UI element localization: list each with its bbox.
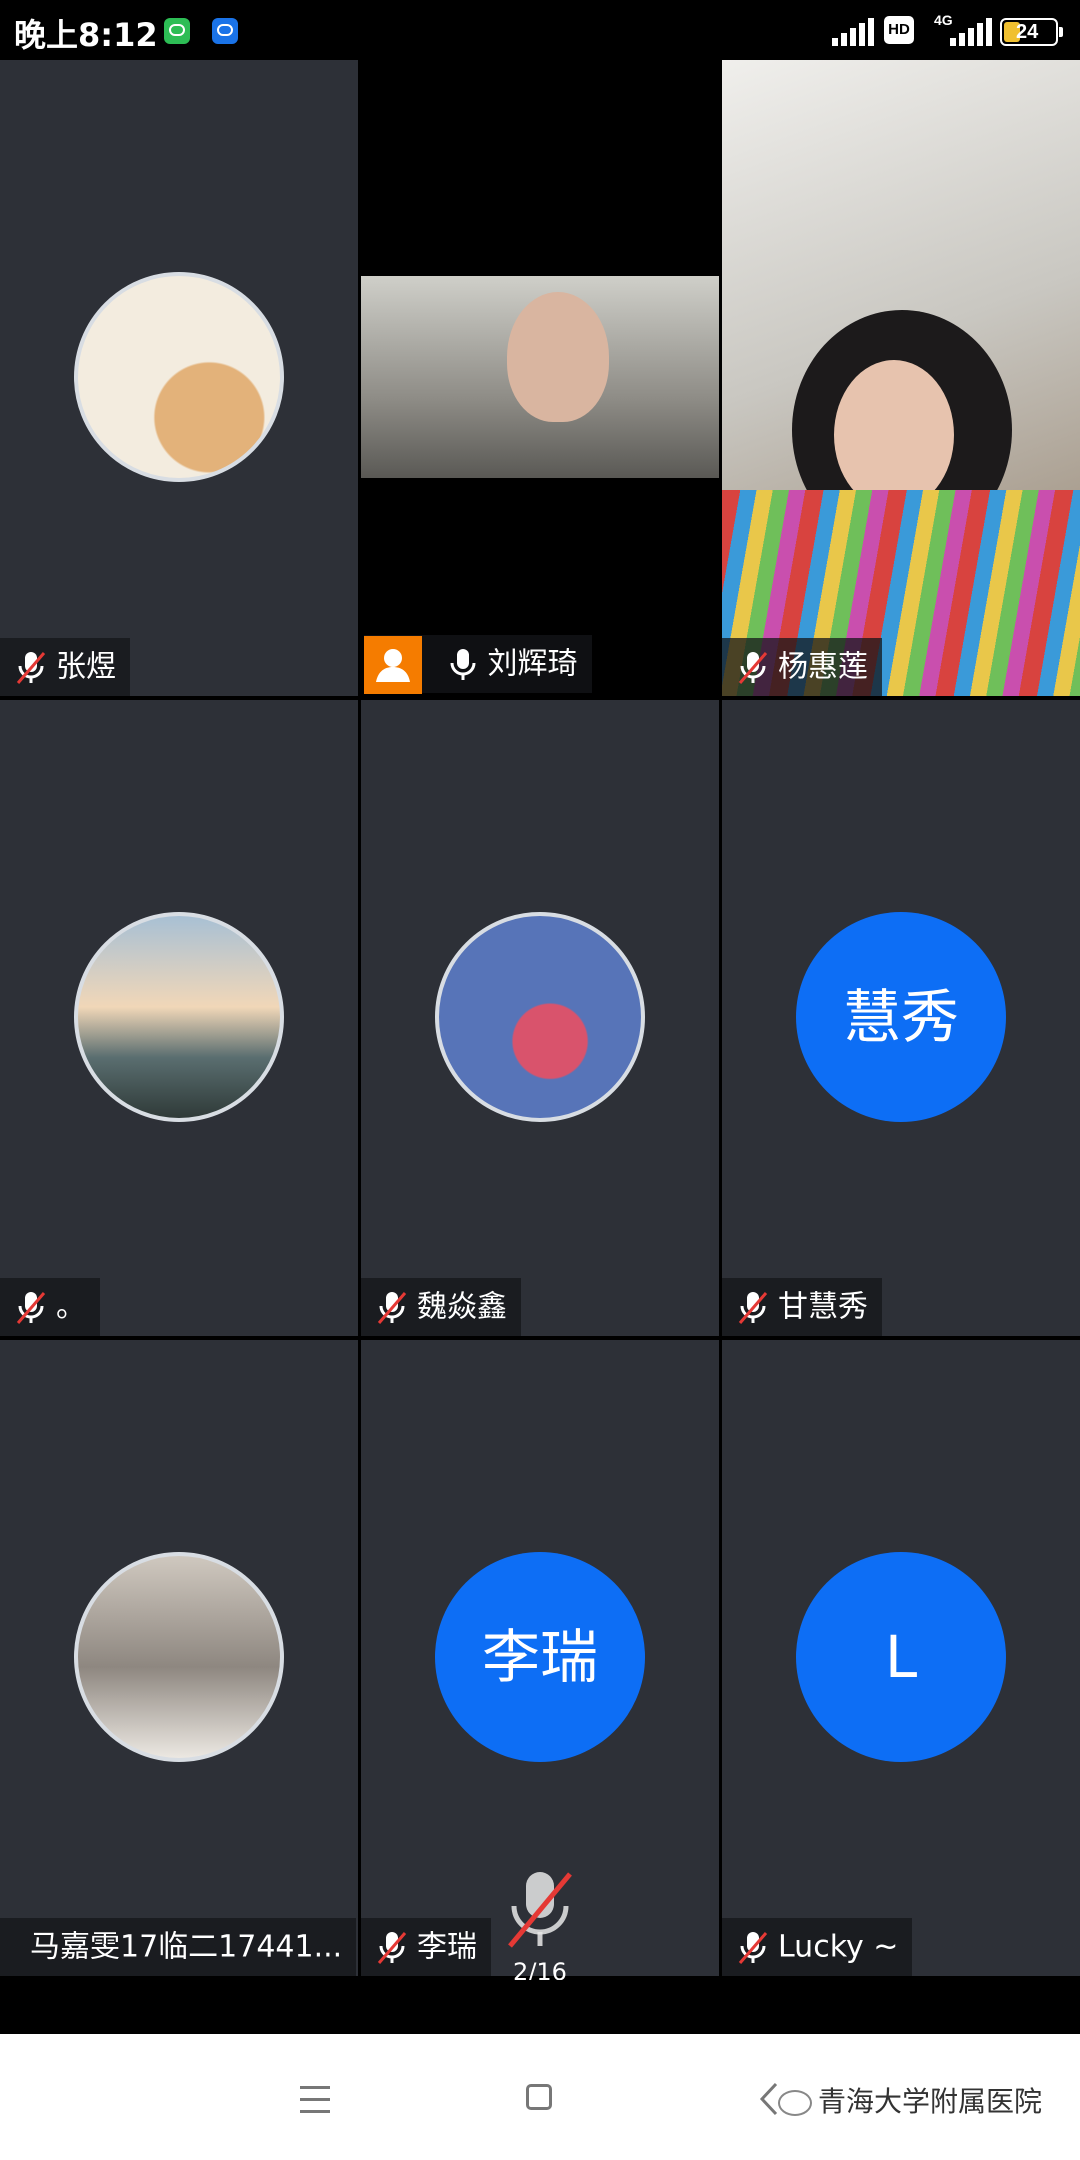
video-face xyxy=(507,292,609,422)
status-bar: 晚上8:12 HD 4G 24 xyxy=(0,0,1080,60)
participant-initials-avatar: 慧秀 xyxy=(796,912,1006,1122)
self-mute-toggle-icon[interactable] xyxy=(500,1866,580,1956)
participant-avatar xyxy=(74,1552,284,1762)
participant-tile[interactable]: 慧秀 甘慧秀 xyxy=(722,700,1080,1336)
participant-tile[interactable]: 张煜 xyxy=(0,60,358,696)
mic-muted-icon xyxy=(738,1931,768,1964)
participant-name-tag: 甘慧秀 xyxy=(722,1278,882,1336)
navigation-bar: 青海大学附属医院 xyxy=(0,2034,1080,2160)
status-time: 晚上8:12 xyxy=(14,16,158,54)
video-face xyxy=(834,360,954,510)
battery-icon: 24 xyxy=(1000,18,1063,46)
mic-muted-icon xyxy=(738,651,768,684)
hd-voice-badge: HD xyxy=(884,16,914,44)
battery-level: 24 xyxy=(1016,21,1039,43)
mic-muted-icon xyxy=(738,1291,768,1324)
participant-name-tag: 李瑞 xyxy=(361,1918,491,1976)
participant-avatar xyxy=(435,912,645,1122)
participant-tile[interactable]: L Lucky ~ xyxy=(722,1340,1080,1976)
wechat-notification-icon xyxy=(164,18,190,44)
participant-initials-avatar: 李瑞 xyxy=(435,1552,645,1762)
home-nav-button[interactable] xyxy=(514,2074,564,2124)
participant-grid: 张煜 刘辉琦 杨惠莲 。 魏焱鑫 慧秀 甘慧秀 马嘉雯17临二17441... … xyxy=(0,60,1080,1980)
host-icon xyxy=(364,635,422,694)
participant-name-tag: 刘辉琦 xyxy=(364,635,592,694)
participant-initials-avatar: L xyxy=(796,1552,1006,1762)
mic-muted-icon xyxy=(16,1291,46,1324)
participant-avatar xyxy=(74,272,284,482)
participant-name-tag: 马嘉雯17临二17441... xyxy=(0,1918,357,1976)
wechat-watermark-icon xyxy=(778,2090,812,2116)
mic-on-icon xyxy=(450,648,476,680)
mic-muted-icon xyxy=(377,1931,407,1964)
mic-muted-icon xyxy=(16,651,46,684)
meeting-app-notification-icon xyxy=(212,18,238,44)
participant-tile[interactable]: 杨惠莲 xyxy=(722,60,1080,696)
participant-name-tag: 张煜 xyxy=(0,638,130,696)
menu-nav-button[interactable] xyxy=(290,2074,340,2124)
participant-tile[interactable]: 。 xyxy=(0,700,358,1336)
watermark: 青海大学附属医院 xyxy=(778,2080,1042,2120)
participant-tile[interactable]: 魏焱鑫 xyxy=(361,700,719,1336)
participant-name-tag: 魏焱鑫 xyxy=(361,1278,521,1336)
participant-name-tag: 杨惠莲 xyxy=(722,638,882,696)
mic-muted-icon xyxy=(377,1291,407,1324)
participant-avatar xyxy=(74,912,284,1122)
participant-tile[interactable]: 马嘉雯17临二17441... xyxy=(0,1340,358,1976)
participant-name-tag: 。 xyxy=(0,1278,100,1336)
participant-tile-active-speaker[interactable]: 刘辉琦 xyxy=(361,60,719,696)
signal-strength-icon xyxy=(832,18,874,46)
participant-name-tag: Lucky ~ xyxy=(722,1918,913,1976)
signal-4g-icon xyxy=(950,18,992,46)
